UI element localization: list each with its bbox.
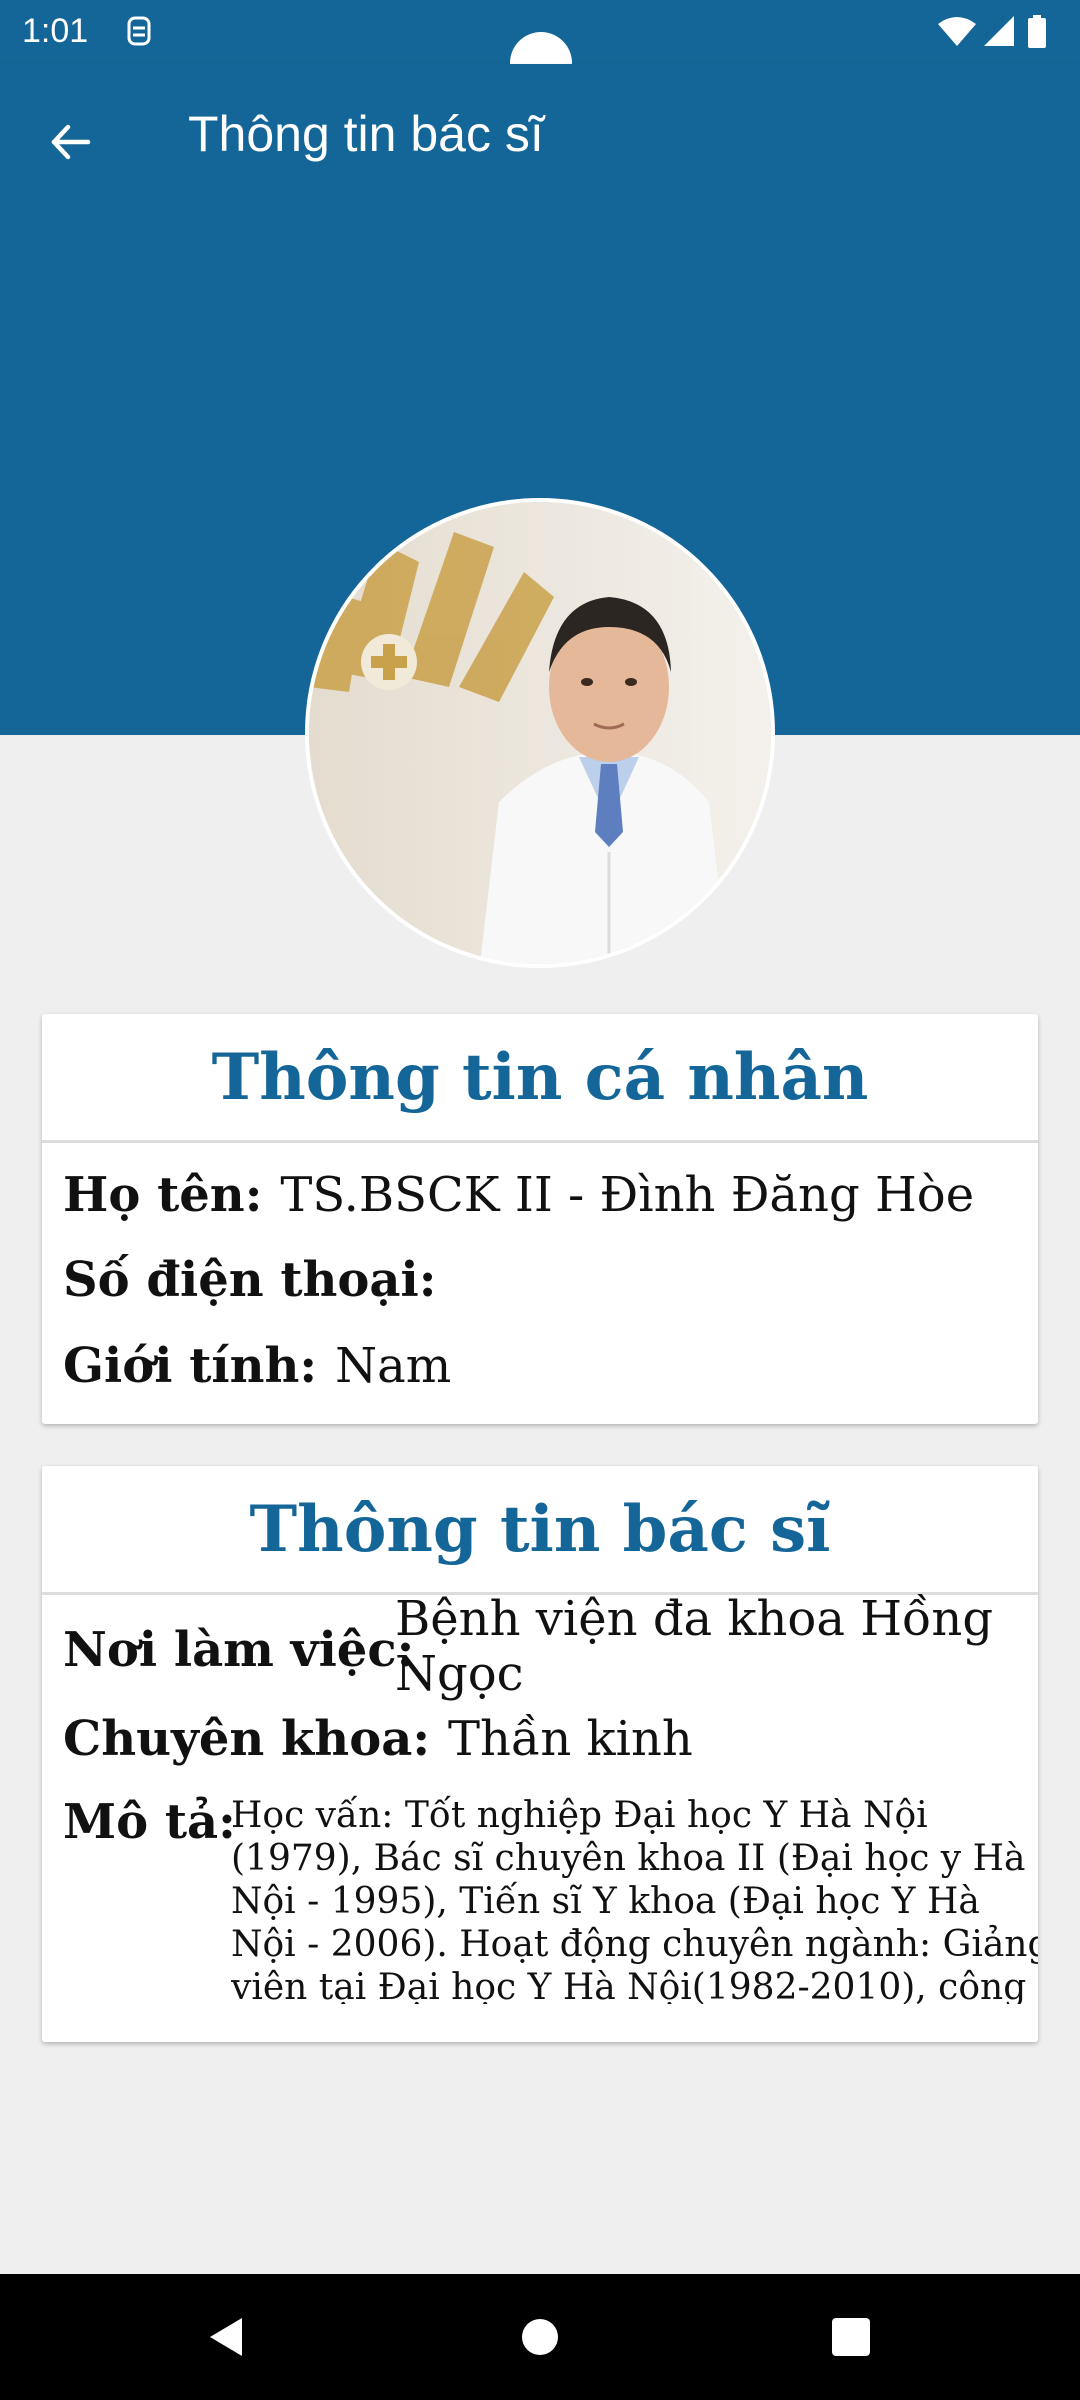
doctor-info-card: Thông tin bác sĩ Nơi làm việc: Bệnh viện… (42, 1466, 1038, 2042)
recents-square-icon (832, 2318, 870, 2356)
page-title: Thông tin bác sĩ (188, 106, 544, 162)
system-nav-bar (0, 2274, 1080, 2400)
workplace-value: Bệnh viện đa khoa Hồng Ngọc (395, 1591, 994, 1702)
wifi-icon (938, 17, 976, 46)
nav-home-button[interactable] (507, 2304, 573, 2370)
specialty-row: Chuyên khoa: Thần kinh (63, 1711, 693, 1767)
description-text[interactable]: Học vấn: Tốt nghiệp Đại học Y Hà Nội (19… (231, 1794, 1038, 2004)
specialty-value: Thần kinh (448, 1711, 693, 1767)
status-icons (938, 15, 1046, 48)
nav-recents-button[interactable] (818, 2304, 884, 2370)
doctor-photo (309, 502, 771, 964)
phone-label: Số điện thoại: (63, 1252, 437, 1308)
specialty-label: Chuyên khoa: (63, 1711, 431, 1767)
gender-row: Giới tính: Nam (63, 1338, 451, 1394)
doctor-avatar (305, 498, 775, 968)
back-button[interactable] (30, 102, 110, 182)
description-label: Mô tả: (63, 1794, 236, 1850)
status-time: 1:01 (22, 12, 89, 50)
signal-icon (984, 16, 1014, 46)
name-value: TS.BSCK II - Đình Đăng Hòe (280, 1167, 975, 1223)
name-label: Họ tên: (63, 1167, 263, 1223)
personal-info-title: Thông tin cá nhân (42, 1014, 1038, 1143)
back-triangle-icon (210, 2318, 242, 2356)
name-row: Họ tên: TS.BSCK II - Đình Đăng Hòe (63, 1167, 974, 1223)
battery-icon (1028, 18, 1046, 48)
phone-row: Số điện thoại: (63, 1252, 454, 1308)
gender-label: Giới tính: (63, 1338, 318, 1394)
gender-value: Nam (335, 1338, 452, 1394)
home-circle-icon (522, 2319, 558, 2355)
workplace-label: Nơi làm việc: (63, 1622, 415, 1678)
nav-back-button[interactable] (192, 2304, 258, 2370)
personal-info-card: Thông tin cá nhân Họ tên: TS.BSCK II - Đì… (42, 1014, 1038, 1424)
app-bar: Thông tin bác sĩ (0, 64, 1080, 210)
arrow-left-icon (51, 124, 91, 160)
doctor-info-title: Thông tin bác sĩ (42, 1466, 1038, 1595)
notification-icon (127, 16, 151, 46)
